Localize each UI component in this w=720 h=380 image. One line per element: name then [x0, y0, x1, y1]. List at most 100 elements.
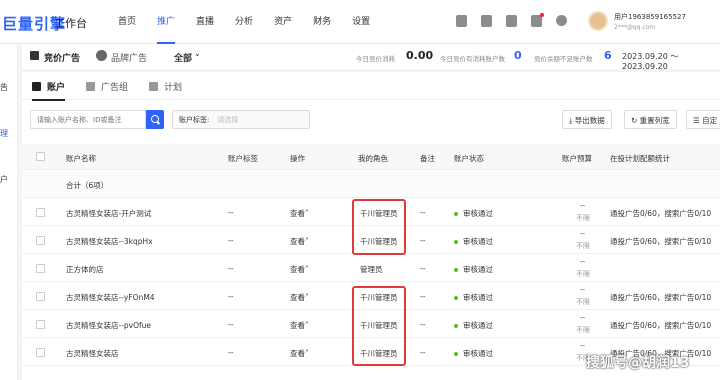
account-tag-select[interactable]: 账户标签: 请选择	[172, 110, 310, 129]
view-label: 查看	[290, 349, 305, 358]
customize-button[interactable]: ☰ 自定	[686, 110, 720, 129]
tab-plan-label: 计划	[164, 83, 183, 93]
account-name[interactable]: 古灵精怪女装店-开户测试	[66, 208, 151, 219]
sidebar-item-active[interactable]: 理	[0, 128, 8, 139]
total-row: 合计（6项）	[22, 171, 720, 198]
tab-bidding-ads[interactable]: 竞价广告	[44, 51, 80, 64]
bell-icon[interactable]	[531, 13, 544, 27]
export-label: 导出数据	[574, 116, 605, 125]
row-checkbox[interactable]	[36, 320, 45, 329]
scope-select[interactable]: 全部 ˅	[174, 51, 200, 64]
export-button[interactable]: ⤓ 导出数据	[562, 110, 612, 129]
note: --	[420, 348, 426, 357]
user-name[interactable]: 用户1963859165527	[614, 12, 686, 22]
col-my-role[interactable]: 我的角色	[358, 153, 388, 164]
today-spend-value: 0.00	[406, 49, 434, 62]
account-name[interactable]: 古灵精怪女装店--3kqpHx	[66, 236, 153, 247]
view-dropdown[interactable]: 查看˅	[290, 208, 309, 219]
view-label: 查看	[290, 321, 305, 330]
nav-finance[interactable]: 财务	[313, 15, 331, 29]
col-quota[interactable]: 在投计划配额统计	[610, 153, 670, 164]
highlight-box	[352, 286, 406, 366]
total-label: 合计（6项）	[66, 181, 109, 190]
main-panel: 账户 广告组 计划 账户标签: 请选择 ⤓ 导出数据 ↻ 重置列宽 ☰ 自定 账户…	[22, 72, 720, 380]
tab-ad-group[interactable]: 广告组	[86, 80, 128, 93]
view-dropdown[interactable]: 查看˅	[290, 348, 309, 359]
avatar[interactable]	[588, 11, 608, 31]
nav-promotion[interactable]: 推广	[157, 15, 176, 44]
reset-label: 重置列宽	[639, 116, 670, 125]
tab-ad-group-label: 广告组	[101, 83, 129, 93]
budget-edit[interactable]: --	[580, 202, 585, 210]
clipboard-icon[interactable]	[481, 15, 492, 27]
budget-edit[interactable]: --	[580, 230, 585, 238]
status-dot-icon	[454, 324, 458, 328]
low-balance-value[interactable]: 6	[604, 49, 612, 62]
account-tag: --	[228, 264, 234, 273]
date-range-picker[interactable]: 2023.09.20 ～ 2023.09.20	[622, 51, 720, 71]
sidebar-item[interactable]: 户	[0, 174, 8, 185]
budget: 不限	[576, 326, 590, 334]
view-label: 查看	[290, 293, 305, 302]
row-checkbox[interactable]	[36, 292, 45, 301]
reset-width-button[interactable]: ↻ 重置列宽	[624, 110, 677, 129]
nav-live[interactable]: 直播	[196, 15, 214, 29]
account-name[interactable]: 古灵精怪女装店--yFOnM4	[66, 292, 155, 303]
active-accounts-label: 今日竞价有消耗账户数	[440, 55, 505, 63]
nav-analysis[interactable]: 分析	[235, 15, 253, 29]
view-dropdown[interactable]: 查看˅	[290, 292, 309, 303]
account-name[interactable]: 正方体的店	[66, 264, 104, 275]
my-role: 管理员	[360, 265, 383, 274]
nav-assets[interactable]: 资产	[274, 15, 292, 29]
list-icon: ☰	[693, 116, 703, 125]
row-checkbox[interactable]	[36, 348, 45, 357]
status-label: 审核通过	[463, 209, 493, 218]
nav-home[interactable]: 首页	[118, 15, 136, 29]
help-icon[interactable]	[556, 15, 567, 26]
view-dropdown[interactable]: 查看˅	[290, 320, 309, 331]
quota: 通投广告0/60，搜索广告0/10	[610, 209, 712, 218]
tab-brand-ads[interactable]: 品牌广告	[111, 51, 147, 64]
account-name[interactable]: 古灵精怪女装店--pvOfue	[66, 320, 151, 331]
account-tag: --	[228, 348, 234, 357]
col-note[interactable]: 备注	[420, 153, 435, 164]
thumbs-up-icon[interactable]	[506, 15, 517, 27]
phone-icon[interactable]	[456, 15, 467, 27]
sidebar: 告 理 户	[0, 44, 18, 380]
note: --	[420, 208, 426, 217]
chevron-down-icon: ˅	[305, 209, 309, 218]
nav-settings[interactable]: 设置	[352, 15, 370, 29]
row-checkbox[interactable]	[36, 236, 45, 245]
col-account-tag[interactable]: 账户标签	[228, 153, 258, 164]
status-dot-icon	[454, 240, 458, 244]
search-button[interactable]	[146, 110, 164, 129]
budget-edit[interactable]: --	[580, 314, 585, 322]
col-account-name[interactable]: 账户名称	[66, 153, 96, 164]
status-dot-icon	[454, 268, 458, 272]
highlight-box	[352, 199, 406, 255]
scope-select-value: 全部	[174, 54, 193, 64]
view-dropdown[interactable]: 查看˅	[290, 236, 309, 247]
select-all-checkbox[interactable]	[36, 152, 45, 161]
tab-account[interactable]: 账户	[32, 80, 66, 101]
col-action[interactable]: 操作	[290, 153, 305, 164]
tab-plan[interactable]: 计划	[149, 80, 182, 93]
row-checkbox[interactable]	[36, 264, 45, 273]
account-name[interactable]: 古灵精怪女装店	[66, 348, 119, 359]
reset-icon: ↻	[631, 116, 640, 125]
col-status[interactable]: 账户状态	[454, 153, 484, 164]
sidebar-item[interactable]: 告	[0, 82, 8, 93]
active-accounts-value[interactable]: 0	[514, 49, 522, 62]
plan-icon	[149, 82, 158, 91]
row-checkbox[interactable]	[36, 208, 45, 217]
status-label: 审核通过	[463, 321, 493, 330]
budget-edit[interactable]: --	[580, 286, 585, 294]
chevron-down-icon: ˅	[305, 265, 309, 274]
budget-edit[interactable]: --	[580, 342, 585, 350]
account-tag: --	[228, 320, 234, 329]
view-dropdown[interactable]: 查看˅	[290, 264, 309, 275]
chevron-down-icon: ˅	[305, 321, 309, 330]
search-input[interactable]	[30, 110, 146, 129]
budget-edit[interactable]: --	[580, 258, 585, 266]
col-budget[interactable]: 账户预算	[562, 153, 592, 164]
